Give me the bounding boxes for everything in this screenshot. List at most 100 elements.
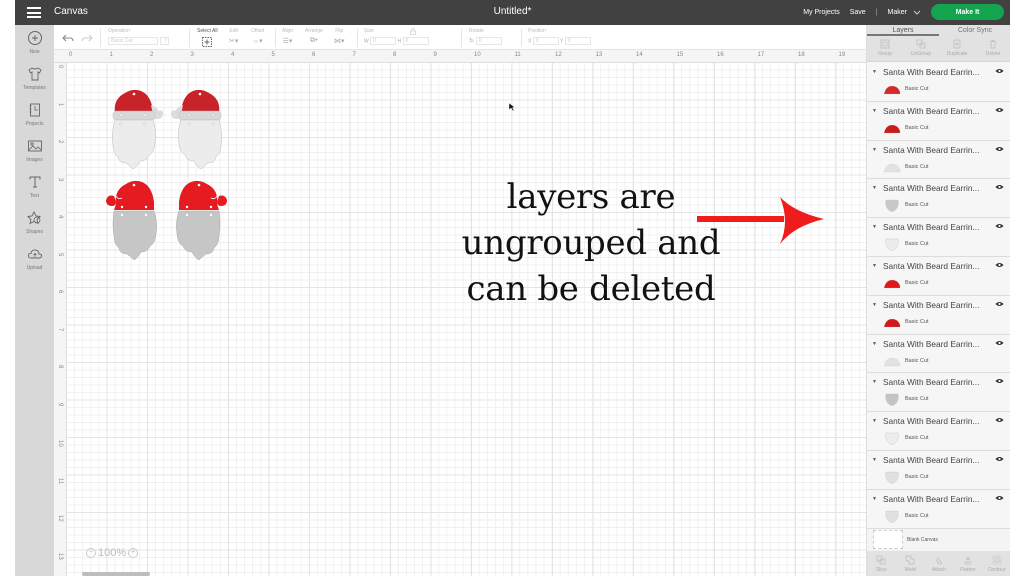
layer-row[interactable]: ▼ Santa With Beard Earrin... Basic Cut — [867, 179, 1010, 219]
santa-earring-bottom-right[interactable] — [175, 180, 228, 261]
machine-name: Maker — [887, 8, 907, 16]
expand-caret-icon[interactable]: ▼ — [872, 147, 877, 153]
nav-upload[interactable]: Upload — [15, 246, 54, 271]
duplicate-label: Duplicate — [946, 51, 968, 57]
eye-visibility-icon[interactable] — [995, 417, 1004, 423]
machine-select[interactable]: Maker — [888, 9, 921, 16]
zoom-level: 100% — [98, 547, 127, 559]
ruler-tick-label: 9 — [433, 52, 437, 58]
hamburger-menu-icon[interactable] — [27, 7, 41, 18]
expand-caret-icon[interactable]: ▼ — [872, 263, 877, 269]
nav-templates[interactable]: Templates — [15, 66, 54, 91]
eye-visibility-icon[interactable] — [995, 301, 1004, 307]
eye-visibility-icon[interactable] — [995, 146, 1004, 152]
expand-caret-icon[interactable]: ▼ — [872, 457, 877, 463]
redo-icon[interactable] — [81, 33, 93, 43]
ungroup-button[interactable]: UnGroup — [903, 36, 939, 61]
nav-new[interactable]: New — [15, 30, 54, 55]
undo-icon[interactable] — [62, 33, 74, 43]
nav-projects[interactable]: Projects — [15, 102, 54, 127]
expand-caret-icon[interactable]: ▼ — [872, 341, 877, 347]
flatten-button[interactable]: Flatten — [953, 551, 982, 576]
eye-visibility-icon[interactable] — [995, 262, 1004, 268]
red-arrow-annotation — [697, 197, 824, 244]
eye-visibility-icon[interactable] — [995, 340, 1004, 346]
align-button[interactable]: Align ☰▾ — [282, 28, 293, 45]
blank-canvas-layer[interactable]: Blank Canvas — [867, 529, 1010, 551]
operation-select[interactable]: Operation Basic Cut ? — [108, 28, 169, 45]
layer-row[interactable]: ▼ Santa With Beard Earrin... Basic Cut — [867, 218, 1010, 257]
nav-shapes[interactable]: Shapes — [15, 210, 54, 235]
zoom-out-button[interactable]: − — [86, 548, 96, 558]
expand-caret-icon[interactable]: ▼ — [872, 302, 877, 308]
weld-button[interactable]: Weld — [896, 551, 925, 576]
eye-visibility-icon[interactable] — [995, 68, 1004, 74]
operation-dropdown[interactable]: Basic Cut — [108, 37, 158, 45]
group-label: Group — [878, 51, 892, 57]
expand-caret-icon[interactable]: ▼ — [872, 379, 877, 385]
duplicate-button[interactable]: Duplicate — [939, 36, 975, 61]
eye-visibility-icon[interactable] — [995, 456, 1004, 462]
zoom-in-button[interactable]: + — [128, 548, 139, 558]
expand-caret-icon[interactable]: ▼ — [872, 496, 877, 502]
attach-button[interactable]: Attach — [925, 551, 954, 576]
layer-operation: Basic Cut — [905, 241, 929, 248]
delete-button[interactable]: Delete — [975, 36, 1010, 61]
layer-row[interactable]: ▼ Santa With Beard Earrin... Basic Cut — [867, 334, 1010, 374]
layer-row[interactable]: ▼ Santa With Beard Earrin... Basic Cut — [867, 295, 1010, 335]
eye-visibility-icon[interactable] — [995, 495, 1004, 501]
select-all-button[interactable]: Select All — [197, 28, 218, 49]
expand-caret-icon[interactable]: ▼ — [872, 69, 877, 75]
design-canvas[interactable]: 0 1 2 3 4 5 6 7 8 9 10 11 12 13 14 15 16 17 18 19 012345678… — [54, 50, 866, 576]
expand-caret-icon[interactable]: ▼ — [872, 185, 877, 191]
save-link[interactable]: Save — [850, 9, 866, 16]
width-input[interactable]: 0 — [370, 37, 397, 45]
layer-name: Santa With Beard Earrin... — [883, 144, 980, 155]
operation-help-button[interactable]: ? — [159, 37, 169, 45]
y-input[interactable]: 0 — [564, 37, 591, 45]
layer-row[interactable]: ▼ Santa With Beard Earrin... Basic Cut — [867, 489, 1010, 529]
santa-earring-top-left[interactable] — [111, 89, 164, 170]
offset-button[interactable]: Offset ☼▾ — [251, 28, 264, 45]
santa-earring-bottom-left[interactable] — [105, 180, 158, 261]
eye-visibility-icon[interactable] — [995, 223, 1004, 229]
arrange-button[interactable]: Arrange ⧉▾ — [305, 28, 323, 45]
eye-visibility-icon[interactable] — [995, 184, 1004, 190]
layer-row[interactable]: ▼ Santa With Beard Earrin... Basic Cut — [867, 63, 1010, 102]
expand-caret-icon[interactable]: ▼ — [872, 418, 877, 424]
eye-visibility-icon[interactable] — [995, 378, 1004, 384]
divider — [357, 29, 358, 47]
layer-row[interactable]: ▼ Santa With Beard Earrin... Basic Cut — [867, 101, 1010, 141]
x-input[interactable]: 0 — [532, 37, 559, 45]
trash-icon — [990, 40, 996, 49]
panel-tabs: Layers Color Sync — [867, 25, 1010, 36]
layer-row[interactable]: ▼ Santa With Beard Earrin... Basic Cut — [867, 450, 1010, 490]
height-input[interactable]: 0 — [402, 37, 429, 45]
divider — [275, 29, 276, 47]
eye-visibility-icon[interactable] — [995, 107, 1004, 113]
group-button[interactable]: Group — [867, 36, 903, 61]
expand-caret-icon[interactable]: ▼ — [872, 108, 877, 114]
expand-caret-icon[interactable]: ▼ — [872, 224, 877, 230]
rotate-input[interactable]: 0 — [475, 37, 502, 45]
layer-row[interactable]: ▼ Santa With Beard Earrin... Basic Cut — [867, 256, 1010, 296]
horizontal-scrollbar[interactable] — [82, 572, 150, 576]
slice-button[interactable]: Slice — [867, 551, 896, 576]
layer-thumbnail-hat — [883, 85, 901, 95]
flip-button[interactable]: Flip ⋈▾ — [334, 28, 345, 45]
edit-button[interactable]: Edit ✂▾ — [229, 28, 238, 45]
edit-label: Edit — [229, 28, 238, 34]
tab-color-sync[interactable]: Color Sync — [939, 25, 1010, 36]
nav-text[interactable]: Text — [15, 174, 54, 199]
make-it-button[interactable]: Make It — [931, 4, 1004, 20]
santa-earring-top-right[interactable] — [170, 89, 223, 170]
nav-images[interactable]: Images — [15, 138, 54, 163]
offset-icon: ☼▾ — [252, 38, 263, 45]
layer-row[interactable]: ▼ Santa With Beard Earrin... Basic Cut — [867, 373, 1010, 413]
tab-layers[interactable]: Layers — [867, 25, 939, 36]
my-projects-link[interactable]: My Projects — [803, 9, 840, 16]
layer-row[interactable]: ▼ Santa With Beard Earrin... Basic Cut — [867, 140, 1010, 180]
layer-row[interactable]: ▼ Santa With Beard Earrin... Basic Cut — [867, 412, 1010, 451]
contour-button[interactable]: Contour — [982, 551, 1010, 576]
lock-icon[interactable] — [410, 28, 416, 35]
